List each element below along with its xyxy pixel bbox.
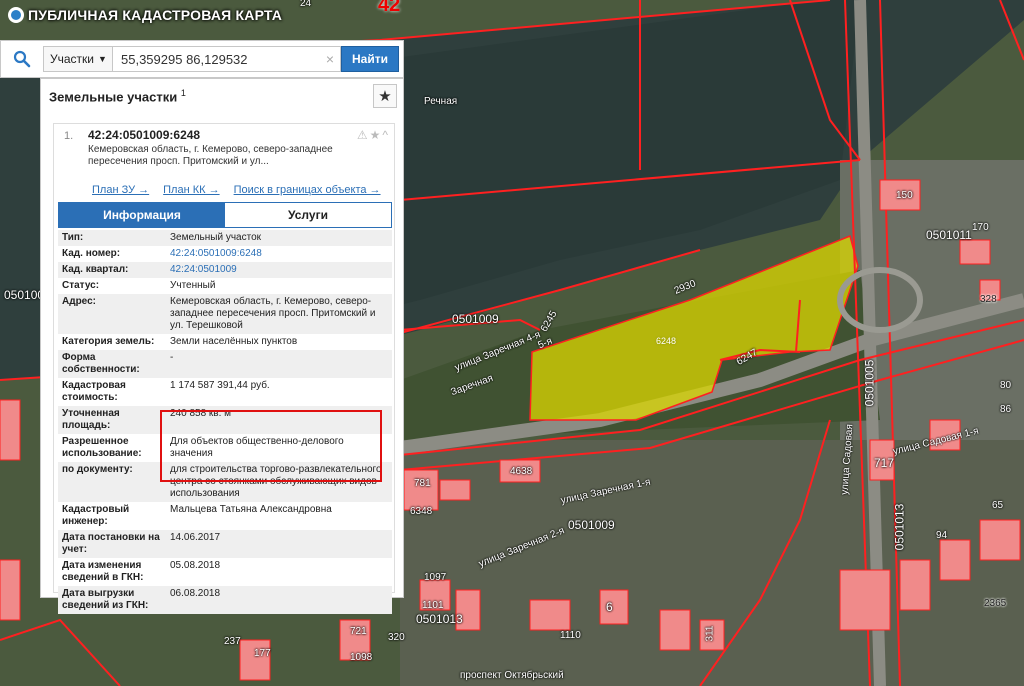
info-value: Учтенный — [166, 278, 392, 294]
info-value: Земли населённых пунктов — [166, 334, 392, 350]
info-value: 05.08.2018 — [166, 558, 392, 586]
chevron-down-icon: ▼ — [98, 54, 107, 64]
search-in-bounds-link[interactable]: Поиск в границах объекта → — [234, 184, 381, 196]
info-key: Кадастровый инженер: — [58, 502, 166, 530]
cadastral-number: 42:24:0501009:6248 — [88, 128, 201, 142]
search-input[interactable]: 55,359295 86,129532 × — [113, 46, 341, 72]
info-key: Адрес: — [58, 294, 166, 334]
info-value: Кемеровская область, г. Кемерово, северо… — [166, 294, 392, 334]
plan-zu-link[interactable]: План ЗУ → — [92, 184, 149, 196]
info-row: Статус: Учтенный — [58, 278, 392, 294]
result-card: 1. 42:24:0501009:6248 Кемеровская област… — [53, 123, 395, 614]
info-row: Дата изменения сведений в ГКН: 05.08.2018 — [58, 558, 392, 586]
info-value: Мальцева Татьяна Александровна — [166, 502, 392, 530]
tab-services[interactable]: Услуги — [225, 203, 391, 227]
star-icon[interactable]: ★ — [370, 128, 383, 142]
info-key: Кадастровая стоимость: — [58, 378, 166, 406]
info-row: Кад. квартал: 42:24:0501009 — [58, 262, 392, 278]
result-links: План ЗУ → План КК → Поиск в границах объ… — [54, 182, 394, 198]
info-key: Дата выгрузки сведений из ГКН: — [58, 586, 166, 614]
info-row: Уточненная площадь: 240 858 кв. м — [58, 406, 392, 434]
info-row: Форма собственности: - — [58, 350, 392, 378]
info-row: Тип: Земельный участок — [58, 230, 392, 246]
app-title: ПУБЛИЧНАЯ КАДАСТРОВАЯ КАРТА — [28, 7, 283, 23]
warning-icon[interactable]: ⚠ — [357, 128, 370, 142]
info-value: Земельный участок — [166, 230, 392, 246]
logo-icon — [8, 7, 24, 23]
results-panel: Земельные участки 1 ★ 1. 42:24:0501009:6… — [40, 78, 404, 614]
info-value: 240 858 кв. м — [166, 406, 392, 434]
result-actions: ⚠★^ — [357, 128, 390, 142]
info-key: Статус: — [58, 278, 166, 294]
info-row: по документу: для строительства торгово-р… — [58, 462, 392, 502]
info-value: Для объектов общественно-делового значен… — [166, 434, 392, 462]
info-key: Тип: — [58, 230, 166, 246]
info-key: Дата изменения сведений в ГКН: — [58, 558, 166, 586]
info-row: Кад. номер: 42:24:0501009:6248 — [58, 246, 392, 262]
search-button[interactable]: Найти — [341, 46, 399, 72]
info-key: по документу: — [58, 462, 166, 502]
search-query: 55,359295 86,129532 — [121, 51, 248, 67]
info-row: Дата выгрузки сведений из ГКН: 06.08.2018 — [58, 586, 392, 614]
panel-title-text: Земельные участки — [49, 89, 178, 105]
cad-number-link[interactable]: 42:24:0501009:6248 — [166, 246, 392, 262]
info-key: Дата постановки на учет: — [58, 530, 166, 558]
info-value: 14.06.2017 — [166, 530, 392, 558]
info-row: Кадастровая стоимость: 1 174 587 391,44 р… — [58, 378, 392, 406]
info-row: Разрешенное использование: Для объектов о… — [58, 434, 392, 462]
info-key: Категория земель: — [58, 334, 166, 350]
info-key: Разрешенное использование: — [58, 434, 166, 462]
result-count: 1 — [180, 87, 186, 98]
favorite-star-button[interactable]: ★ — [373, 84, 397, 108]
info-row: Адрес: Кемеровская область, г. Кемерово, … — [58, 294, 392, 334]
info-value: для строительства торгово-развлекательно… — [166, 462, 392, 502]
info-table: Тип: Земельный участок Кад. номер: 42:24:0… — [58, 230, 392, 614]
panel-title: Земельные участки 1 — [49, 88, 186, 104]
chevron-up-icon[interactable]: ^ — [382, 128, 390, 142]
info-key: Кад. квартал: — [58, 262, 166, 278]
tab-information[interactable]: Информация — [59, 203, 225, 227]
app-header: ПУБЛИЧНАЯ КАДАСТРОВАЯ КАРТА — [0, 0, 282, 30]
info-row: Дата постановки на учет: 14.06.2017 — [58, 530, 392, 558]
info-value: 06.08.2018 — [166, 586, 392, 614]
info-key: Уточненная площадь: — [58, 406, 166, 434]
panel-header: Земельные участки 1 ★ — [41, 79, 403, 113]
info-row: Кадастровый инженер: Мальцева Татьяна Але… — [58, 502, 392, 530]
info-row: Категория земель: Земли населённых пункто… — [58, 334, 392, 350]
info-value: - — [166, 350, 392, 378]
result-index: 1. — [64, 130, 74, 142]
search-bar: Участки ▼ 55,359295 86,129532 × Найти — [0, 40, 404, 78]
plan-kk-link[interactable]: План КК → — [163, 184, 219, 196]
search-icon[interactable] — [1, 41, 43, 77]
info-key: Кад. номер: — [58, 246, 166, 262]
search-type-select[interactable]: Участки ▼ — [43, 46, 113, 72]
cad-quarter-link[interactable]: 42:24:0501009 — [166, 262, 392, 278]
info-key: Форма собственности: — [58, 350, 166, 378]
info-tabs: Информация Услуги — [58, 202, 392, 228]
clear-icon[interactable]: × — [326, 51, 334, 67]
result-header[interactable]: 1. 42:24:0501009:6248 Кемеровская област… — [54, 124, 394, 182]
search-type-label: Участки — [50, 52, 94, 66]
result-address: Кемеровская область, г. Кемерово, северо… — [88, 144, 333, 167]
info-value: 1 174 587 391,44 руб. — [166, 378, 392, 406]
